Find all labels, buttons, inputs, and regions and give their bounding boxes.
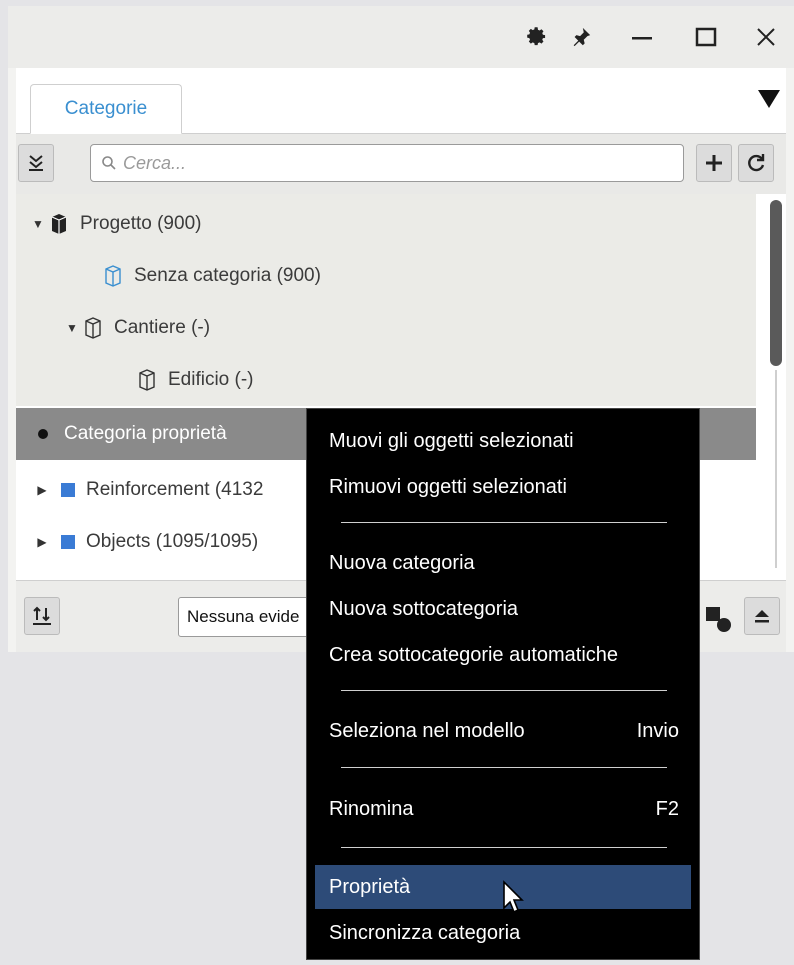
mouse-cursor-icon [502,880,526,916]
menu-item-label: Nuova categoria [329,551,475,574]
plus-icon [706,155,722,171]
search-toolbar [16,134,786,194]
search-icon [102,156,116,170]
tab-menu-dropdown-icon[interactable] [756,86,784,114]
tab-row: Categorie [16,68,786,134]
expand-down-icon[interactable]: ▼ [64,321,80,335]
highlight-select-value: Nessuna evide [187,607,300,626]
cube-outline-icon [80,317,106,339]
menu-item-label: Sincronizza categoria [329,921,521,944]
context-menu: Muovi gli oggetti selezionati Rimuovi og… [306,408,700,960]
maximize-icon[interactable] [688,20,724,54]
gear-icon[interactable] [520,20,554,54]
refresh-icon [748,154,765,172]
tree-item-label: Progetto (900) [80,213,202,234]
menu-separator [341,767,667,768]
eject-button[interactable] [744,597,780,635]
menu-item-label: Crea sottocategorie automatiche [329,643,619,666]
menu-item-crea-sottocategorie[interactable]: Crea sottocategorie automatiche [315,633,691,677]
import-export-button[interactable] [24,597,60,635]
menu-item-nuova-categoria[interactable]: Nuova categoria [315,541,691,585]
menu-item-rimuovi[interactable]: Rimuovi oggetti selezionati [315,465,691,509]
expand-down-icon[interactable]: ▼ [30,217,46,231]
tree-item-label: Reinforcement (4132 [86,479,264,500]
tree-item-edificio[interactable]: Edificio (-) [16,354,756,406]
tree-item-cantiere[interactable]: ▼ Cantiere (-) [16,302,756,354]
window-titlebar [8,6,794,68]
cube-solid-icon [46,213,72,235]
scrollbar-thumb[interactable] [770,200,782,366]
tree-item-label: Objects (1095/1095) [86,531,259,552]
shapes-icon[interactable] [704,601,734,635]
menu-item-label: Muovi gli oggetti selezionati [329,429,574,452]
menu-item-shortcut: Invio [636,719,679,742]
pin-icon[interactable] [564,20,598,54]
close-icon[interactable] [748,20,784,54]
bullet-icon [36,428,50,440]
blue-square-icon [58,535,78,549]
menu-item-seleziona-nel-modello[interactable]: Seleziona nel modello Invio [315,709,691,753]
cube-outline-blue-icon [100,265,126,287]
menu-item-label: Proprietà [329,875,411,898]
menu-item-nuova-sottocategoria[interactable]: Nuova sottocategoria [315,587,691,631]
scrollbar-track[interactable] [775,370,777,568]
minimize-icon[interactable] [624,20,660,54]
tree-item-label: Edificio (-) [168,369,254,390]
menu-item-label: Seleziona nel modello [329,719,525,742]
menu-separator [341,522,667,523]
search-field[interactable] [90,144,684,182]
tree-item-progetto[interactable]: ▼ Progetto (900) [16,198,756,250]
menu-item-label: Rinomina [329,797,414,820]
expand-right-icon[interactable]: ▶ [34,483,50,497]
eject-icon [755,610,769,623]
collapse-all-button[interactable] [18,144,54,182]
tree-item-label: Cantiere (-) [114,317,211,338]
tree-item-label: Senza categoria (900) [134,265,321,286]
menu-item-shortcut: F2 [655,797,679,820]
menu-item-label: Nuova sottocategoria [329,597,519,620]
tab-categorie[interactable]: Categorie [30,84,182,134]
menu-item-label: Rimuovi oggetti selezionati [329,475,567,498]
add-category-button[interactable] [696,144,732,182]
import-icon [33,606,51,625]
tree-item-senza-categoria[interactable]: Senza categoria (900) [16,250,756,302]
search-input[interactable] [123,152,663,174]
menu-item-muovi[interactable]: Muovi gli oggetti selezionati [315,419,691,463]
menu-separator [341,847,667,848]
collapse-all-icon [29,155,43,171]
cube-outline-icon [134,369,160,391]
expand-right-icon[interactable]: ▶ [34,535,50,549]
menu-item-sincronizza[interactable]: Sincronizza categoria [315,911,691,955]
menu-separator [341,690,667,691]
blue-square-icon [58,483,78,497]
tab-label: Categorie [64,98,148,119]
tree-item-label: Categoria proprietà [64,423,227,444]
refresh-button[interactable] [738,144,774,182]
menu-item-rinomina[interactable]: Rinomina F2 [315,787,691,831]
vertical-scrollbar[interactable] [770,200,782,568]
